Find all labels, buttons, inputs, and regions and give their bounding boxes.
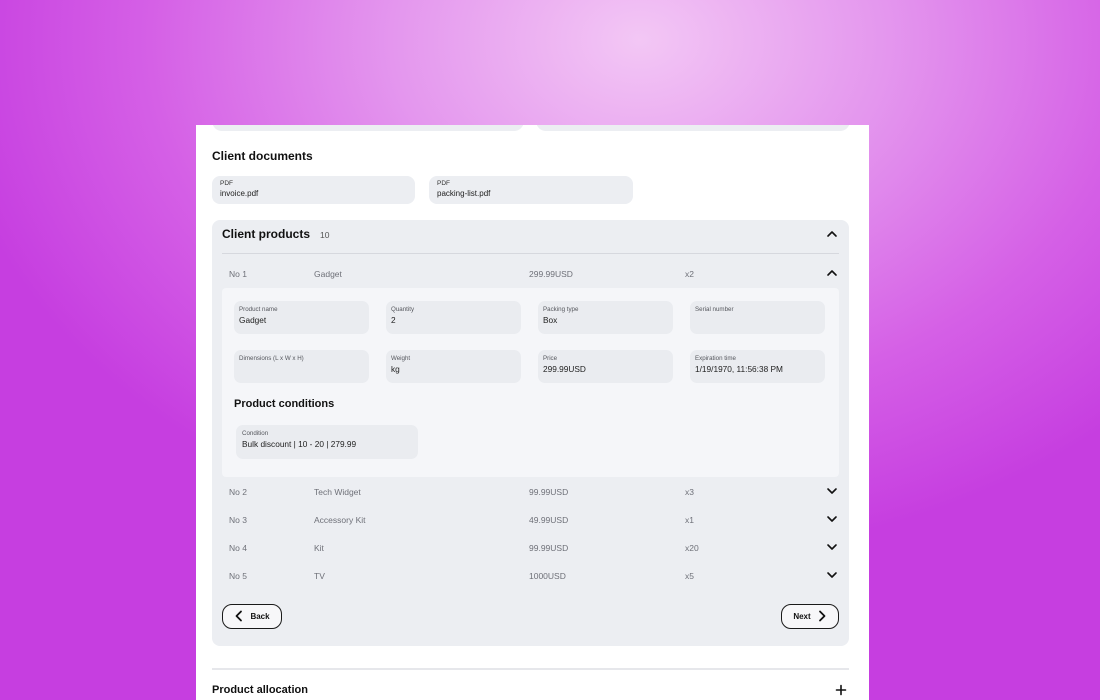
next-button[interactable]: Next xyxy=(781,604,839,629)
chevron-up-icon[interactable] xyxy=(825,227,839,241)
chevron-left-icon xyxy=(234,610,244,624)
product-row-5[interactable]: No 5 TV 1000USD x5 xyxy=(229,571,839,587)
condition-field[interactable]: Condition Bulk discount | 10 - 20 | 279.… xyxy=(236,425,418,459)
serial-number-field[interactable]: Serial number xyxy=(690,301,825,334)
product-row-4[interactable]: No 4 Kit 99.99USD x20 xyxy=(229,543,839,559)
product-price: 1000USD xyxy=(529,571,566,581)
field-label: Weight xyxy=(391,355,411,362)
dimensions-field[interactable]: Dimensions (L x W x H) xyxy=(234,350,369,383)
back-button-label: Back xyxy=(250,612,270,621)
document-name: packing-list.pdf xyxy=(437,189,491,198)
document-type: PDF xyxy=(437,180,450,187)
product-price: 99.99USD xyxy=(529,543,569,553)
product-number: No 4 xyxy=(229,543,247,553)
weight-field[interactable]: Weight kg xyxy=(386,350,521,383)
field-value: 1/19/1970, 11:56:38 PM xyxy=(695,364,783,374)
price-field[interactable]: Price 299.99USD xyxy=(538,350,673,383)
field-value: 299.99USD xyxy=(543,364,586,374)
document-name: invoice.pdf xyxy=(220,189,259,198)
chevron-right-icon xyxy=(817,610,827,624)
product-row-2[interactable]: No 2 Tech Widget 99.99USD x3 xyxy=(229,487,839,503)
shipment-form-panel: Client documents PDF invoice.pdf PDF pac… xyxy=(196,125,869,700)
product-quantity: x3 xyxy=(685,487,694,497)
product-quantity: x20 xyxy=(685,543,699,553)
cut-off-field xyxy=(536,125,850,131)
chevron-down-icon[interactable] xyxy=(825,484,839,498)
chevron-down-icon[interactable] xyxy=(825,568,839,582)
chevron-up-icon[interactable] xyxy=(825,266,839,280)
chevron-down-icon[interactable] xyxy=(825,512,839,526)
document-type: PDF xyxy=(220,180,233,187)
next-button-label: Next xyxy=(793,612,811,621)
product-quantity: x1 xyxy=(685,515,694,525)
field-label: Condition xyxy=(242,430,269,437)
product-name-field[interactable]: Product name Gadget xyxy=(234,301,369,334)
product-number: No 3 xyxy=(229,515,247,525)
client-products-title: Client products xyxy=(222,227,311,241)
product-name: Gadget xyxy=(314,269,342,279)
product-price: 99.99USD xyxy=(529,487,569,497)
product-name: Kit xyxy=(314,543,324,553)
cut-off-field xyxy=(212,125,524,131)
document-card-invoice[interactable]: PDF invoice.pdf xyxy=(212,176,415,204)
field-value: Gadget xyxy=(239,315,267,325)
product-name: Tech Widget xyxy=(314,487,361,497)
back-button[interactable]: Back xyxy=(222,604,282,629)
field-label: Expiration time xyxy=(695,355,736,362)
packing-type-field[interactable]: Packing type Box xyxy=(538,301,673,334)
product-price: 49.99USD xyxy=(529,515,569,525)
product-quantity: x2 xyxy=(685,269,694,279)
product-conditions-title: Product conditions xyxy=(234,398,335,410)
plus-icon[interactable] xyxy=(835,683,847,696)
field-label: Product name xyxy=(239,306,278,313)
product-number: No 2 xyxy=(229,487,247,497)
field-label: Price xyxy=(543,355,558,362)
client-products-section: Client products 10 No 1 Gadget 299.99USD… xyxy=(212,220,849,646)
field-value: 2 xyxy=(391,315,396,325)
field-label: Packing type xyxy=(543,306,579,313)
product-quantity: x5 xyxy=(685,571,694,581)
field-value: kg xyxy=(391,364,400,374)
field-label: Serial number xyxy=(695,306,734,313)
document-card-packing-list[interactable]: PDF packing-list.pdf xyxy=(429,176,633,204)
product-allocation-title: Product allocation xyxy=(212,684,308,696)
expiration-time-field[interactable]: Expiration time 1/19/1970, 11:56:38 PM xyxy=(690,350,825,383)
product-number: No 1 xyxy=(229,269,247,279)
product-name: Accessory Kit xyxy=(314,515,366,525)
field-label: Dimensions (L x W x H) xyxy=(239,355,304,362)
product-name: TV xyxy=(314,571,325,581)
product-row-3[interactable]: No 3 Accessory Kit 49.99USD x1 xyxy=(229,515,839,531)
product-price: 299.99USD xyxy=(529,269,573,279)
chevron-down-icon[interactable] xyxy=(825,540,839,554)
client-products-count: 10 xyxy=(320,230,330,240)
field-label: Quantity xyxy=(391,306,415,313)
client-documents-title: Client documents xyxy=(212,149,313,163)
quantity-field[interactable]: Quantity 2 xyxy=(386,301,521,334)
product-number: No 5 xyxy=(229,571,247,581)
product-detail-panel: Product name Gadget Quantity 2 Packing t… xyxy=(222,288,839,477)
section-divider xyxy=(212,668,849,670)
field-value: Bulk discount | 10 - 20 | 279.99 xyxy=(242,439,357,449)
field-value: Box xyxy=(543,315,558,325)
divider xyxy=(222,253,839,254)
product-row-1[interactable]: No 1 Gadget 299.99USD x2 xyxy=(229,269,839,285)
